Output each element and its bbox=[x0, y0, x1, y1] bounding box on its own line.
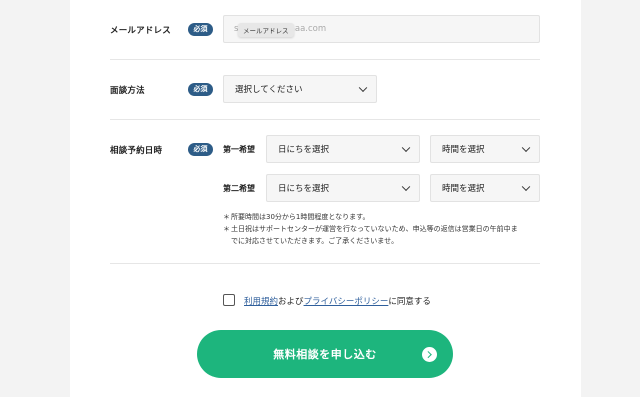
note-bullet: ＊ bbox=[223, 213, 230, 221]
chevron-down-icon bbox=[401, 182, 411, 192]
first-choice-label: 第一希望 bbox=[223, 145, 255, 154]
submit-label: 無料相談を申し込む bbox=[273, 348, 377, 361]
chevron-down-icon bbox=[401, 143, 411, 153]
agreement-and: および bbox=[278, 297, 304, 307]
chevron-down-icon bbox=[358, 83, 368, 93]
required-badge: 必須 bbox=[188, 143, 213, 156]
note-line-3: でに対応させていただきます。ご了承くださいませ。 bbox=[231, 237, 399, 245]
form-card: メールアドレス 必須 s aaaa.com メールアドレス 面談方法 必須 選択し… bbox=[70, 0, 581, 397]
method-label: 面談方法 bbox=[110, 86, 145, 96]
note-text: 土日祝はサポートセンターが運営を行なっていないため、申込等の返信は営業日の午前中… bbox=[231, 225, 518, 233]
privacy-policy-link[interactable]: プライバシーポリシー bbox=[304, 297, 389, 307]
divider bbox=[110, 263, 540, 264]
agreement-suffix: に同意する bbox=[388, 297, 431, 307]
required-badge: 必須 bbox=[188, 23, 213, 36]
method-select[interactable]: 選択してください bbox=[223, 75, 377, 103]
agree-checkbox[interactable] bbox=[223, 294, 235, 306]
arrow-right-circle-icon bbox=[422, 346, 437, 362]
method-select-value: 選択してください bbox=[235, 85, 303, 95]
autofill-tooltip: メールアドレス bbox=[238, 23, 294, 37]
second-choice-label: 第二希望 bbox=[223, 184, 255, 193]
divider bbox=[110, 119, 540, 120]
note-bullet: ＊ bbox=[223, 225, 230, 233]
chevron-down-icon bbox=[521, 143, 531, 153]
first-time-select[interactable]: 時間を選択 bbox=[430, 135, 540, 163]
second-time-select[interactable]: 時間を選択 bbox=[430, 174, 540, 202]
first-date-select[interactable]: 日にちを選択 bbox=[266, 135, 420, 163]
first-time-value: 時間を選択 bbox=[442, 145, 485, 155]
required-badge: 必須 bbox=[188, 83, 213, 96]
email-label: メールアドレス bbox=[110, 26, 171, 36]
agreement-text: 利用規約およびプライバシーポリシーに同意する bbox=[244, 295, 431, 307]
second-date-value: 日にちを選択 bbox=[278, 184, 330, 194]
note-line-2: ＊土日祝はサポートセンターが運営を行なっていないため、申込等の返信は営業日の午前… bbox=[223, 224, 518, 235]
divider bbox=[110, 59, 540, 60]
chevron-down-icon bbox=[521, 182, 531, 192]
note-text: 所要時間は30分から1時間程度となります。 bbox=[231, 213, 370, 221]
note-line-1: ＊所要時間は30分から1時間程度となります。 bbox=[223, 212, 369, 223]
second-time-value: 時間を選択 bbox=[442, 184, 485, 194]
submit-button[interactable]: 無料相談を申し込む bbox=[197, 330, 453, 378]
terms-link[interactable]: 利用規約 bbox=[244, 297, 278, 307]
datetime-label: 相談予約日時 bbox=[110, 146, 163, 156]
email-field[interactable]: s aaaa.com メールアドレス bbox=[223, 15, 540, 43]
first-date-value: 日にちを選択 bbox=[278, 145, 330, 155]
second-date-select[interactable]: 日にちを選択 bbox=[266, 174, 420, 202]
